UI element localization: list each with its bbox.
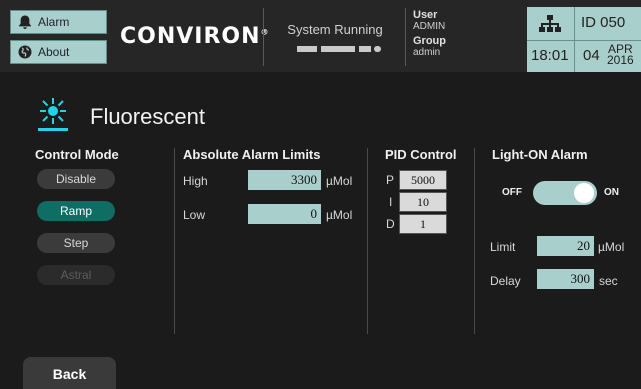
toggle-knob [574,183,594,203]
chamber-id: ID 050 [581,14,626,31]
high-label: High [183,174,208,188]
section-divider [367,148,368,334]
fluorescent-light-icon [38,98,68,131]
date-day: 04 [583,47,600,64]
mode-disable-button[interactable]: Disable [37,169,115,189]
i-label: I [389,195,393,209]
toggle-off-label: OFF [502,187,522,198]
network-icon[interactable] [539,15,561,33]
light-on-alarm-toggle[interactable] [533,181,597,205]
alarm-limits-heading: Absolute Alarm Limits [183,147,321,162]
id-datetime-panel: ID 050 18:01 04 APR 2016 [527,7,641,72]
delay-label: Delay [490,274,521,288]
status-progress-bar [297,46,381,52]
high-unit: µMol [326,174,353,188]
screen: Alarm About CONVIRON® System Running Use… [0,0,641,389]
header-bar: Alarm About CONVIRON® System Running Use… [0,0,641,72]
date-month-year: APR 2016 [607,42,634,67]
low-label: Low [183,208,206,222]
mode-astral-button: Astral [37,265,115,285]
user-label: User [413,9,438,21]
mode-ramp-button[interactable]: Ramp [37,201,115,221]
p-label: P [386,173,395,187]
user-value: ADMIN [413,21,446,32]
low-limit-field[interactable]: 0 [248,204,321,224]
limit-label: Limit [490,240,516,254]
about-button[interactable]: About [10,40,107,64]
control-mode-heading: Control Mode [35,147,119,162]
mode-step-button[interactable]: Step [37,233,115,253]
alarm-label: Alarm [38,15,70,29]
globe-icon [18,45,32,59]
i-gain-field[interactable]: 10 [399,192,447,212]
bell-icon [19,15,31,29]
limit-unit: µMol [598,240,625,254]
clock-time: 18:01 [531,47,569,64]
system-status-text: System Running [287,22,383,37]
high-limit-field[interactable]: 3300 [248,170,321,190]
group-value: admin [413,47,441,58]
d-gain-field[interactable]: 1 [399,214,447,234]
low-unit: µMol [326,208,353,222]
group-label: Group [413,35,446,47]
toggle-on-label: ON [604,187,619,198]
section-divider [474,148,475,334]
header-divider [405,8,406,66]
back-button[interactable]: Back [23,357,116,389]
alarm-button[interactable]: Alarm [10,10,107,34]
page-title: Fluorescent [90,104,205,129]
p-gain-field[interactable]: 5000 [399,170,447,190]
user-info: User ADMIN Group admin [413,9,446,61]
header-divider [263,8,264,66]
alarm-delay-field[interactable]: 300 [537,269,594,289]
light-on-alarm-heading: Light-ON Alarm [492,147,588,162]
d-label: D [386,217,395,231]
alarm-limit-field[interactable]: 20 [537,236,594,256]
delay-unit: sec [599,274,618,288]
section-divider [174,148,175,334]
pid-heading: PID Control [385,147,457,162]
brand-logo: CONVIRON® [120,24,270,49]
about-label: About [38,45,70,59]
